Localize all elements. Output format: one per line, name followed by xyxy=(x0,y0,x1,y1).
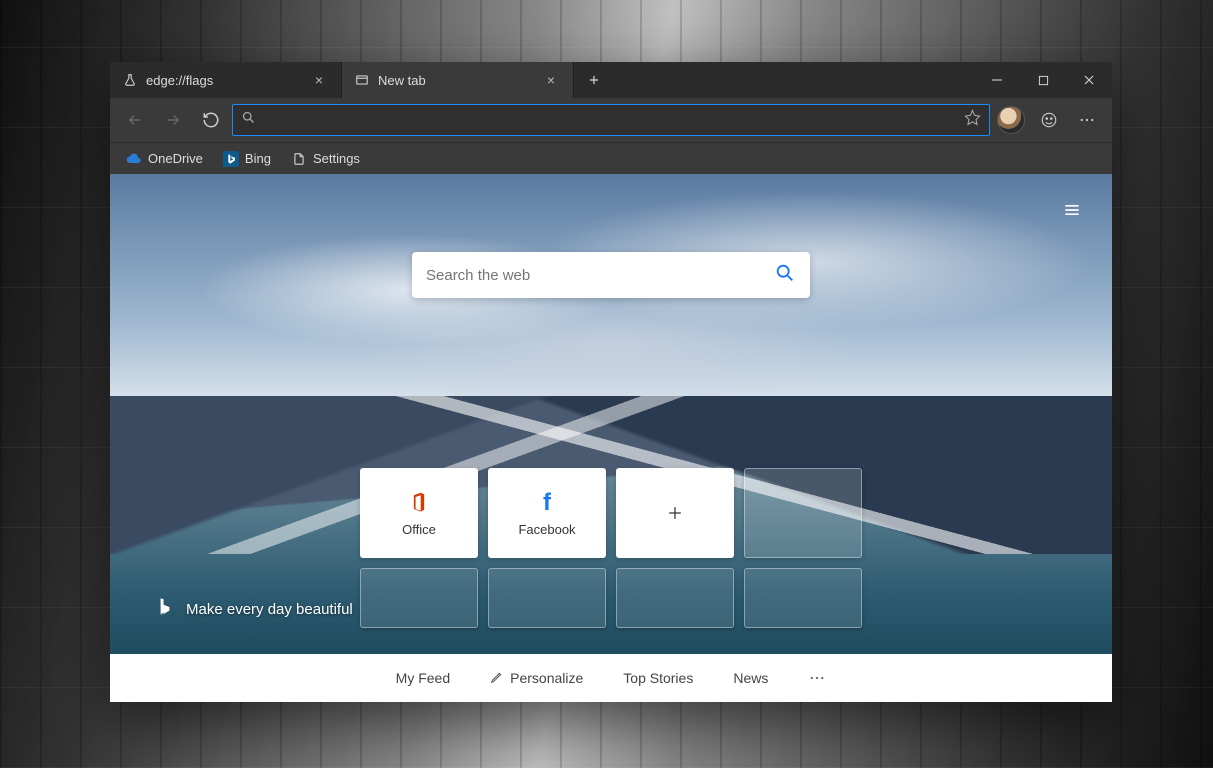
feed-label: My Feed xyxy=(396,670,450,686)
titlebar: edge://flags × New tab × xyxy=(110,62,1112,98)
bookmark-bing[interactable]: Bing xyxy=(215,147,279,171)
tile-label: Facebook xyxy=(518,522,575,537)
feed-news[interactable]: News xyxy=(733,670,768,686)
new-tab-button[interactable] xyxy=(574,62,614,98)
browser-window: edge://flags × New tab × xyxy=(110,62,1112,702)
search-icon xyxy=(241,110,256,130)
tab-close-button[interactable]: × xyxy=(309,70,329,90)
profile-button[interactable] xyxy=(994,103,1028,137)
close-button[interactable] xyxy=(1066,62,1112,98)
new-tab-page: Office f Facebook Make every day beautif… xyxy=(110,174,1112,702)
feed-myfeed[interactable]: My Feed xyxy=(396,670,450,686)
bookmark-settings[interactable]: Settings xyxy=(283,147,368,171)
office-icon xyxy=(408,490,430,516)
bookmark-label: OneDrive xyxy=(148,151,203,166)
tab-flags[interactable]: edge://flags × xyxy=(110,62,342,98)
feed-more-button[interactable] xyxy=(808,669,826,687)
feedback-button[interactable] xyxy=(1032,103,1066,137)
address-input[interactable] xyxy=(264,112,956,128)
bookmark-label: Settings xyxy=(313,151,360,166)
tile-empty[interactable] xyxy=(360,568,478,628)
tab-label: edge://flags xyxy=(146,73,213,88)
avatar-icon xyxy=(997,106,1025,134)
quick-links-grid: Office f Facebook xyxy=(360,468,862,628)
maximize-button[interactable] xyxy=(1020,62,1066,98)
tile-add[interactable] xyxy=(616,468,734,558)
tile-label: Office xyxy=(402,522,436,537)
bing-caption-text: Make every day beautiful xyxy=(186,601,353,618)
tile-empty[interactable] xyxy=(744,468,862,558)
bing-caption[interactable]: Make every day beautiful xyxy=(156,596,353,622)
feed-bar: My Feed Personalize Top Stories News xyxy=(110,654,1112,702)
bing-icon xyxy=(223,151,239,167)
favorite-icon[interactable] xyxy=(964,109,981,131)
bing-logo-icon xyxy=(156,596,174,622)
tile-empty[interactable] xyxy=(616,568,734,628)
page-icon xyxy=(291,151,307,167)
address-bar[interactable] xyxy=(232,104,990,136)
feed-label: Top Stories xyxy=(623,670,693,686)
plus-icon xyxy=(665,500,685,526)
cloud-icon xyxy=(126,151,142,167)
feed-topstories[interactable]: Top Stories xyxy=(623,670,693,686)
search-icon[interactable] xyxy=(774,262,796,289)
flask-icon xyxy=(122,72,138,88)
feed-personalize[interactable]: Personalize xyxy=(490,670,583,687)
forward-button[interactable] xyxy=(156,103,190,137)
window-controls xyxy=(974,62,1112,98)
tile-empty[interactable] xyxy=(488,568,606,628)
tab-label: New tab xyxy=(378,73,426,88)
back-button[interactable] xyxy=(118,103,152,137)
bookmarks-bar: OneDrive Bing Settings xyxy=(110,142,1112,174)
web-search-box[interactable] xyxy=(412,252,810,298)
web-search-input[interactable] xyxy=(426,267,774,284)
tile-office[interactable]: Office xyxy=(360,468,478,558)
page-menu-button[interactable] xyxy=(1056,194,1088,226)
feed-label: Personalize xyxy=(510,670,583,686)
tab-close-button[interactable]: × xyxy=(541,70,561,90)
more-button[interactable] xyxy=(1070,103,1104,137)
tab-strip: edge://flags × New tab × xyxy=(110,62,974,98)
tab-newtab[interactable]: New tab × xyxy=(342,62,574,98)
newtab-icon xyxy=(354,72,370,88)
tile-facebook[interactable]: f Facebook xyxy=(488,468,606,558)
tile-empty[interactable] xyxy=(744,568,862,628)
toolbar xyxy=(110,98,1112,142)
feed-label: News xyxy=(733,670,768,686)
refresh-button[interactable] xyxy=(194,103,228,137)
facebook-icon: f xyxy=(543,490,551,516)
bookmark-label: Bing xyxy=(245,151,271,166)
minimize-button[interactable] xyxy=(974,62,1020,98)
pencil-icon xyxy=(490,670,504,687)
bookmark-onedrive[interactable]: OneDrive xyxy=(118,147,211,171)
